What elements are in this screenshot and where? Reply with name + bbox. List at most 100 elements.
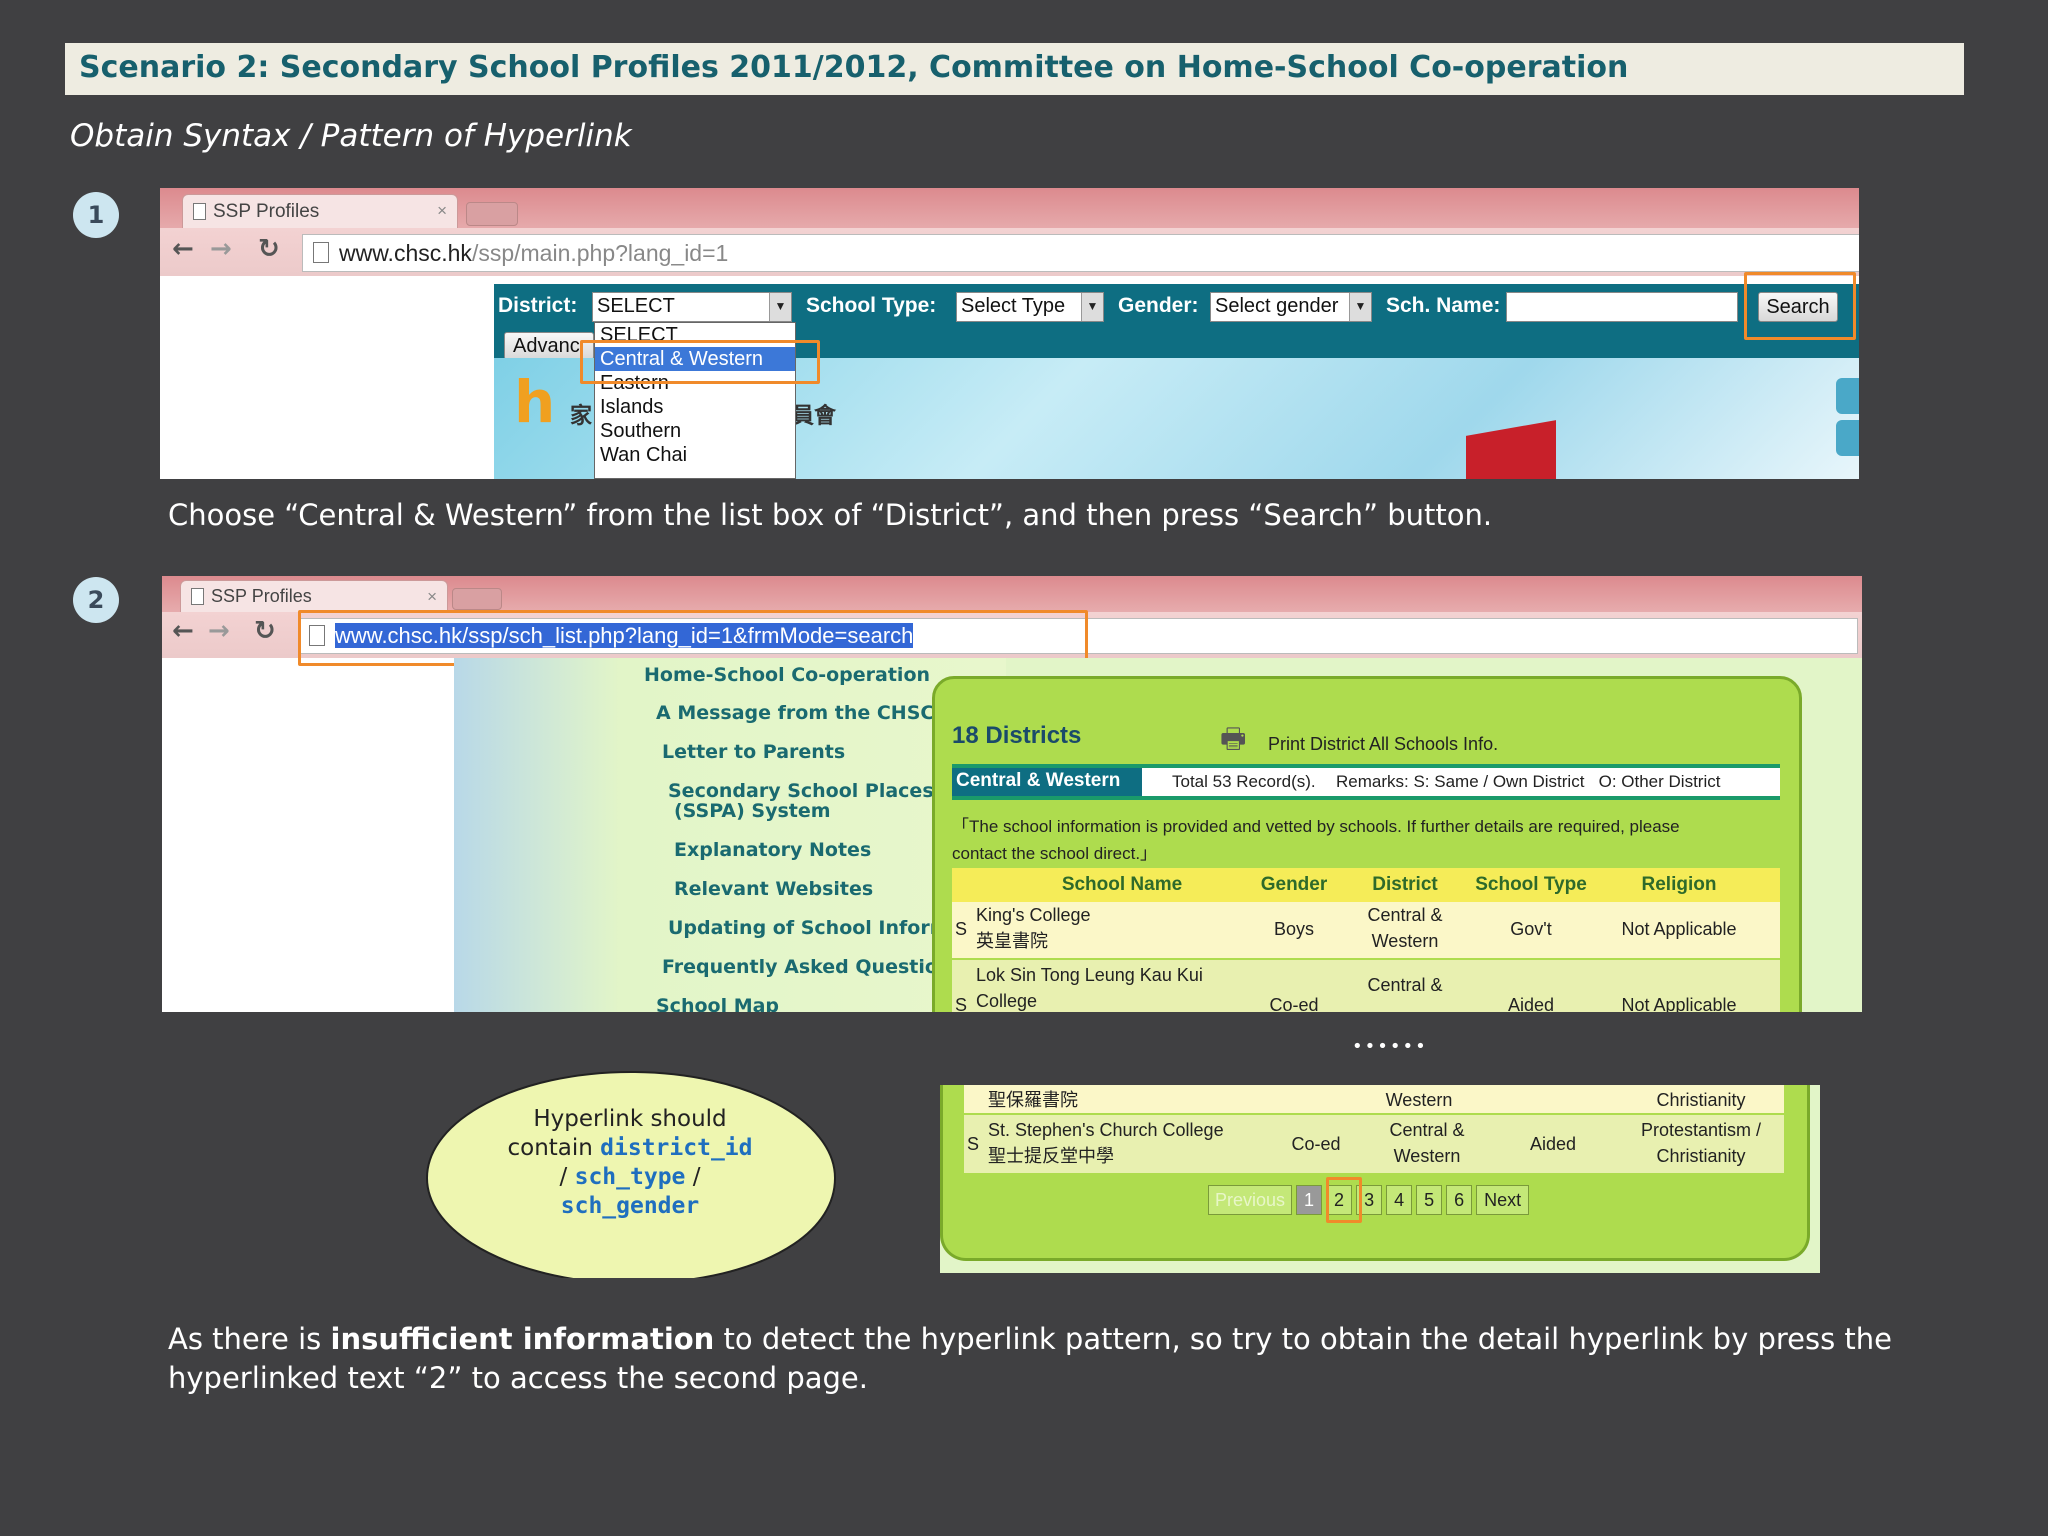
caption-text: As there is — [168, 1322, 331, 1356]
param-sch-gender: sch_gender — [560, 1193, 700, 1219]
district-cell: Central & — [1389, 1120, 1465, 1140]
menu-item[interactable]: Letter to Parents — [662, 741, 845, 763]
forward-icon[interactable]: → — [208, 616, 230, 646]
school-name-label: Sch. Name: — [1386, 294, 1501, 317]
new-tab-button[interactable] — [466, 202, 518, 226]
school-name-en[interactable]: Lok Sin Tong Leung Kau Kui — [976, 962, 1203, 988]
religion-cell: Christianity — [1656, 1146, 1746, 1166]
record-count: Total 53 Record(s). — [1172, 772, 1316, 791]
school-name-zh[interactable]: 聖士提反堂中學 — [988, 1143, 1114, 1169]
tab-title: SSP Profiles — [213, 201, 320, 222]
column-header[interactable]: Gender — [1244, 872, 1344, 898]
menu-item[interactable]: School Map — [656, 995, 779, 1012]
close-tab-icon[interactable]: × — [427, 587, 437, 607]
district-cell: Central & — [1367, 905, 1443, 925]
page-6-link[interactable]: 6 — [1446, 1185, 1473, 1215]
school-type-cell: Aided — [1529, 1134, 1577, 1154]
page-icon — [191, 588, 204, 605]
gender-select-value: Select gender — [1215, 295, 1339, 317]
school-type-cell: Gov't — [1510, 919, 1552, 939]
browser-tab[interactable]: SSP Profiles × — [182, 194, 458, 228]
table-header: School Name Gender District School Type … — [952, 868, 1780, 902]
district-select-value: SELECT — [597, 295, 675, 317]
banner-text-left: 家 — [570, 404, 593, 429]
column-header[interactable]: School Type — [1466, 872, 1596, 898]
school-name-input[interactable] — [1506, 292, 1738, 322]
school-name-zh[interactable]: 英皇書院 — [976, 928, 1048, 954]
column-header[interactable]: District — [1350, 872, 1460, 898]
side-tab[interactable] — [1836, 378, 1859, 414]
menu-item[interactable]: (SSPA) System — [674, 800, 831, 822]
pagination: Previous 1 2 3 4 5 6 Next — [1208, 1185, 1533, 1215]
browser-tab[interactable]: SSP Profiles × — [180, 580, 448, 612]
site-logo-icon: h — [514, 368, 556, 436]
url-host: www.chsc.hk — [339, 240, 472, 266]
district-select[interactable]: SELECT ▼ — [592, 292, 792, 322]
highlight-page-2 — [1326, 1177, 1362, 1223]
menu-item[interactable]: Explanatory Notes — [674, 839, 871, 861]
school-type-cell: Aided — [1507, 995, 1555, 1012]
row-flag: S — [966, 1134, 979, 1154]
new-tab-button[interactable] — [452, 588, 502, 610]
religion-cell: Christianity — [1656, 1090, 1746, 1110]
school-type-select-value: Select Type — [961, 295, 1066, 317]
school-type-select[interactable]: Select Type ▼ — [956, 292, 1104, 322]
school-name-en[interactable]: St. Stephen's Church College — [988, 1117, 1224, 1143]
dropdown-option[interactable]: Southern — [595, 419, 795, 443]
speech-bubble-text: Hyperlink should contain district_id / s… — [478, 1105, 782, 1221]
column-header[interactable]: Religion — [1604, 872, 1754, 898]
book-illustration — [1466, 420, 1556, 479]
menu-item[interactable]: Home-School Co-operation — [644, 664, 930, 686]
table-row[interactable]: S St. Stephen's Church College 聖士提反堂中學 C… — [964, 1115, 1784, 1173]
page-icon — [313, 242, 329, 263]
page-4-link[interactable]: 4 — [1386, 1185, 1413, 1215]
column-header[interactable]: School Name — [1012, 872, 1232, 898]
ellipsis: •••••• — [1352, 1036, 1428, 1057]
district-cell: Western — [1371, 931, 1439, 951]
school-name-en[interactable]: King's College — [976, 902, 1091, 928]
back-icon[interactable]: ← — [172, 234, 194, 264]
print-link[interactable]: Print District All Schools Info. — [1268, 734, 1498, 755]
page-5-link[interactable]: 5 — [1416, 1185, 1443, 1215]
district-label: District: — [498, 294, 578, 317]
district-cell: Central & — [1367, 975, 1443, 995]
table-row-partial[interactable]: 聖保羅書院 Western Christianity — [964, 1085, 1784, 1113]
school-type-label: School Type: — [806, 294, 937, 317]
table-row[interactable]: S Lok Sin Tong Leung Kau Kui College Co-… — [952, 960, 1780, 1012]
dropdown-option[interactable]: Wan Chai — [595, 443, 795, 467]
step-1-screenshot: SSP Profiles × ← → ↻ www.chsc.hk/ssp/mai… — [160, 188, 1859, 479]
step-1-badge: 1 — [73, 192, 119, 238]
forward-icon[interactable]: → — [210, 234, 232, 264]
next-button[interactable]: Next — [1476, 1185, 1530, 1215]
notice-line-1: 「The school information is provided and … — [952, 817, 1680, 836]
gender-cell: Co-ed — [1269, 995, 1319, 1012]
dropdown-option[interactable]: Islands — [595, 395, 795, 419]
address-bar[interactable]: www.chsc.hk/ssp/main.php?lang_id=1 — [302, 234, 1859, 272]
reload-icon[interactable]: ↻ — [254, 616, 276, 646]
side-menu: Home-School Co-operation A Message from … — [454, 658, 1047, 1012]
step-2-pager-screenshot: 聖保羅書院 Western Christianity S St. Stephen… — [940, 1085, 1820, 1273]
school-name-en-cont[interactable]: College — [976, 988, 1037, 1012]
side-tab[interactable] — [1836, 420, 1859, 456]
religion-cell: Not Applicable — [1621, 919, 1737, 939]
row-flag: S — [954, 919, 967, 939]
gender-select[interactable]: Select gender ▼ — [1210, 292, 1372, 322]
bubble-separator: / — [559, 1164, 568, 1190]
table-row[interactable]: S King's College 英皇書院 Boys Central & Wes… — [952, 902, 1780, 958]
previous-button: Previous — [1208, 1185, 1293, 1215]
school-name-zh[interactable]: 聖保羅書院 — [988, 1087, 1078, 1113]
back-icon[interactable]: ← — [172, 616, 194, 646]
bubble-line: Hyperlink should — [533, 1106, 727, 1132]
notice-line-2: contact the school direct.」 — [952, 844, 1158, 863]
menu-item[interactable]: Relevant Websites — [674, 878, 873, 900]
gender-cell: Co-ed — [1291, 1134, 1341, 1154]
reload-icon[interactable]: ↻ — [258, 234, 280, 264]
close-tab-icon[interactable]: × — [437, 201, 447, 221]
gender-cell: Boys — [1273, 919, 1315, 939]
printer-icon[interactable]: 🖶 — [1220, 718, 1246, 766]
step-2-screenshot: SSP Profiles × ← → ↻ www.chsc.hk/ssp/sch… — [162, 576, 1862, 1012]
slide-title: Scenario 2: Secondary School Profiles 20… — [65, 43, 1964, 95]
highlight-search-button — [1744, 272, 1856, 340]
district-cell: Western — [1393, 1146, 1461, 1166]
menu-item[interactable]: Frequently Asked Questions — [662, 956, 963, 978]
